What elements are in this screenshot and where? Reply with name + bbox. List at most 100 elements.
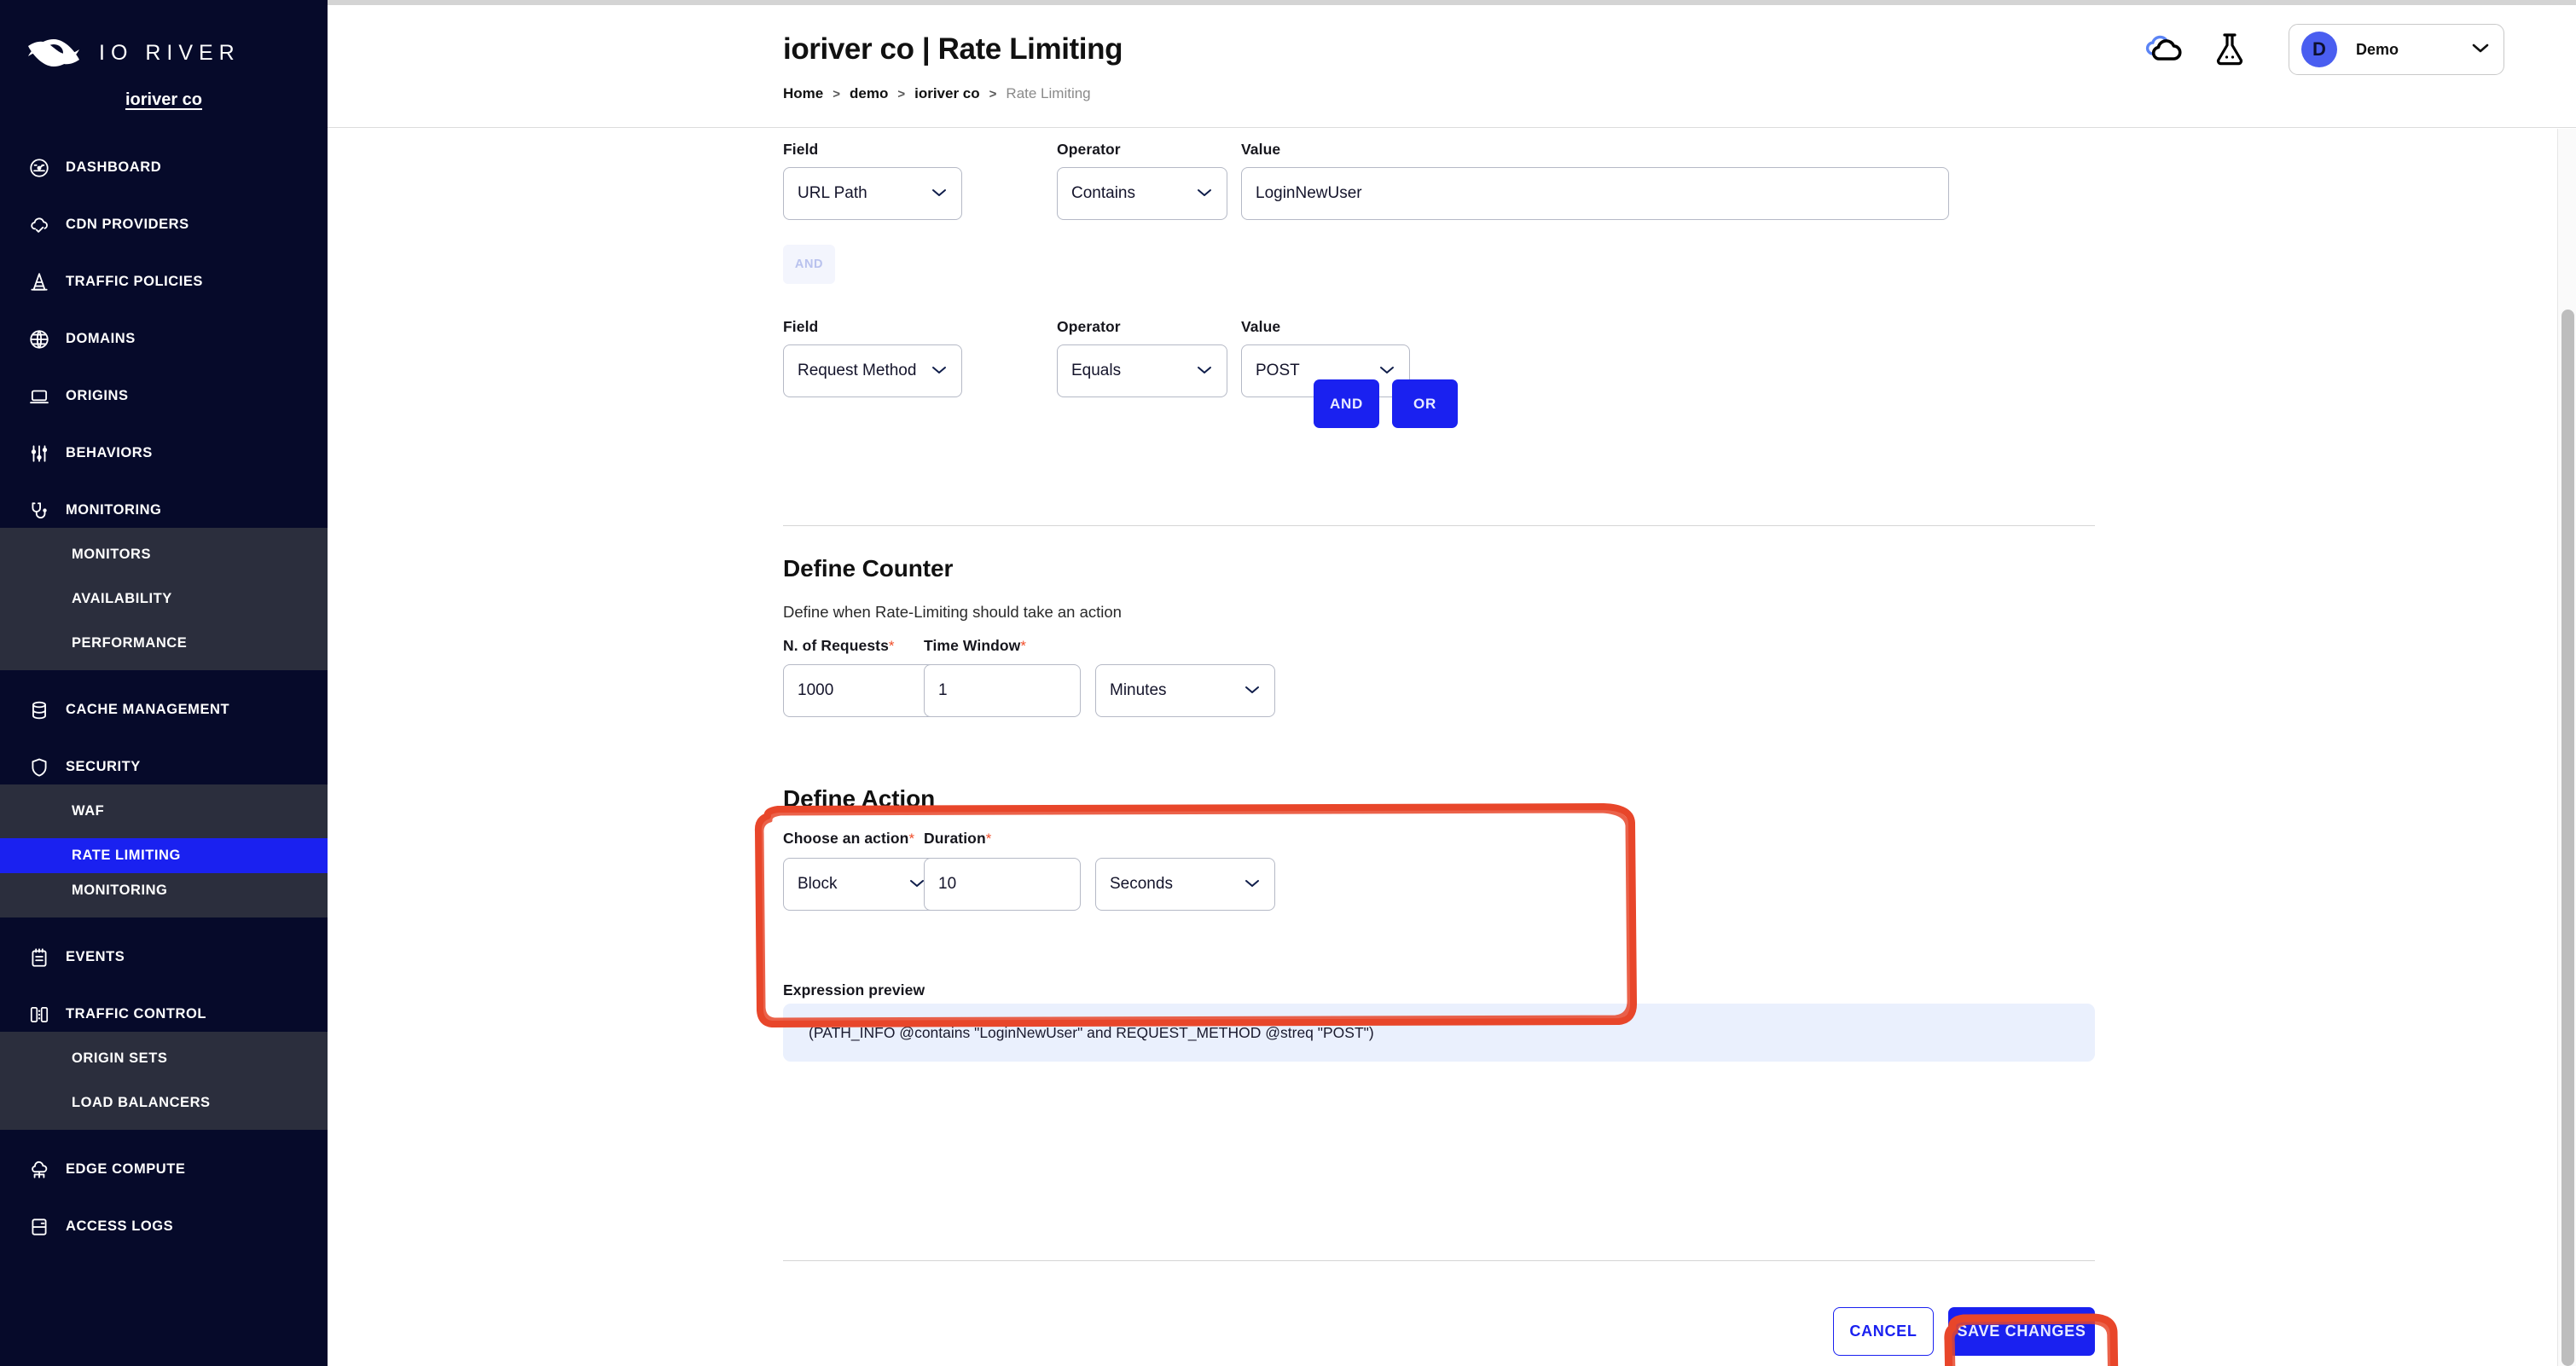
- condition-2-value-label: Value: [1241, 318, 1281, 335]
- condition-1-field-label: Field: [783, 141, 819, 158]
- chevron-down-icon: [1244, 875, 1261, 894]
- sidebar-subitem-security-monitoring[interactable]: MONITORING: [0, 873, 328, 908]
- sidebar-subitem-label: RATE LIMITING: [72, 848, 181, 863]
- chevron-down-icon: [931, 184, 948, 203]
- time-window-label-text: Time Window: [924, 637, 1021, 654]
- chevron-down-icon: [1196, 184, 1213, 203]
- chevron-down-icon: [1196, 362, 1213, 380]
- sidebar-subitem-monitors[interactable]: MONITORS: [0, 537, 328, 572]
- condition-1-operator-value: Contains: [1071, 184, 1135, 202]
- choose-action-value: Block: [798, 875, 838, 893]
- traffic-cone-icon: [28, 271, 50, 293]
- time-window-value: 1: [938, 681, 948, 699]
- flask-icon[interactable]: [2196, 24, 2263, 75]
- sidebar-item-label: EVENTS: [66, 949, 125, 964]
- time-window-label: Time Window*: [924, 637, 1026, 655]
- sidebar-item-origins[interactable]: ORIGINS: [0, 379, 328, 414]
- sidebar-item-traffic-policies[interactable]: TRAFFIC POLICIES: [0, 264, 328, 299]
- breadcrumb-item-home[interactable]: Home: [783, 85, 823, 102]
- breadcrumb-item-ioriver-co[interactable]: ioriver co: [914, 85, 980, 102]
- time-window-unit-select[interactable]: Minutes: [1095, 664, 1275, 717]
- sidebar-subitem-load-balancers[interactable]: LOAD BALANCERS: [0, 1085, 328, 1120]
- choose-action-select[interactable]: Block: [783, 858, 940, 911]
- duration-unit-select[interactable]: Seconds: [1095, 858, 1275, 911]
- requests-input[interactable]: 1000: [783, 664, 940, 717]
- main-scrollbar-thumb[interactable]: [2561, 310, 2574, 1366]
- sidebar-subitem-availability[interactable]: AVAILABILITY: [0, 582, 328, 616]
- sidebar-subitem-rate-limiting[interactable]: RATE LIMITING: [0, 838, 328, 873]
- brand-logo[interactable]: IO RIVER: [26, 36, 241, 70]
- sidebar-item-behaviors[interactable]: BEHAVIORS: [0, 436, 328, 471]
- condition-2-field-select[interactable]: Request Method: [783, 344, 962, 397]
- sidebar-subitem-label: WAF: [72, 803, 105, 819]
- sidebar-item-cdn-providers[interactable]: CDN PROVIDERS: [0, 207, 328, 242]
- condition-1-operator-label: Operator: [1057, 141, 1121, 158]
- time-window-input[interactable]: 1: [924, 664, 1081, 717]
- condition-1-operator-select[interactable]: Contains: [1057, 167, 1227, 220]
- cloud-icon[interactable]: [2130, 24, 2196, 75]
- sidebar-item-domains[interactable]: DOMAINS: [0, 321, 328, 356]
- sidebar-item-security[interactable]: SECURITY: [0, 750, 328, 784]
- sidebar-item-edge-compute[interactable]: EDGE COMPUTE: [0, 1152, 328, 1187]
- define-action-title: Define Action: [783, 785, 936, 812]
- sidebar-item-events[interactable]: EVENTS: [0, 940, 328, 975]
- condition-1-field-select[interactable]: URL Path: [783, 167, 962, 220]
- sidebar-item-cache-management[interactable]: CACHE MANAGEMENT: [0, 692, 328, 727]
- duration-input[interactable]: 10: [924, 858, 1081, 911]
- sidebar-subitem-label: MONITORS: [72, 547, 152, 562]
- sidebar-item-label: TRAFFIC CONTROL: [66, 1006, 206, 1022]
- requests-label: N. of Requests*: [783, 637, 895, 655]
- expression-preview-text: (PATH_INFO @contains "LoginNewUser" and …: [809, 1023, 1374, 1041]
- sidebar-item-access-logs[interactable]: ACCESS LOGS: [0, 1209, 328, 1244]
- section-divider: [783, 525, 2095, 526]
- condition-1-field-value: URL Path: [798, 184, 867, 202]
- sidebar-item-dashboard[interactable]: DASHBOARD: [0, 150, 328, 185]
- breadcrumb: Home > demo > ioriver co > Rate Limiting: [783, 85, 1091, 102]
- user-menu[interactable]: D Demo: [2289, 24, 2504, 75]
- requests-value: 1000: [798, 681, 834, 699]
- chevron-down-icon: [1378, 362, 1395, 380]
- breadcrumb-separator: >: [989, 86, 997, 101]
- breadcrumb-item-demo[interactable]: demo: [850, 85, 888, 102]
- add-and-condition-button[interactable]: AND: [1314, 379, 1379, 428]
- avatar: D: [2301, 32, 2337, 67]
- monitoring-submenu: MONITORS AVAILABILITY PERFORMANCE: [0, 528, 328, 670]
- cloud-check-icon: [28, 214, 50, 236]
- breadcrumb-separator: >: [897, 86, 906, 101]
- sidebar: IO RIVER ioriver co DASHBOARD CDN PROVID…: [0, 0, 328, 1366]
- sidebar-item-monitoring[interactable]: MONITORING: [0, 493, 328, 528]
- sidebar-subitem-waf[interactable]: WAF: [0, 794, 328, 829]
- sidebar-subitem-label: AVAILABILITY: [72, 591, 172, 606]
- page-title: ioriver co | Rate Limiting: [783, 32, 1123, 66]
- condition-1-value-input[interactable]: LoginNewUser: [1241, 167, 1949, 220]
- sidebar-subitem-performance[interactable]: PERFORMANCE: [0, 626, 328, 661]
- condition-2-operator-label: Operator: [1057, 318, 1121, 335]
- condition-2-operator-select[interactable]: Equals: [1057, 344, 1227, 397]
- sidebar-item-label: BEHAVIORS: [66, 445, 153, 460]
- add-or-condition-button[interactable]: OR: [1392, 379, 1458, 428]
- dashboard-icon: [28, 157, 50, 179]
- sidebar-item-traffic-control[interactable]: TRAFFIC CONTROL: [0, 997, 328, 1032]
- requests-label-text: N. of Requests: [783, 637, 889, 654]
- sidebar-item-label: DOMAINS: [66, 331, 136, 346]
- required-marker: *: [888, 638, 895, 654]
- breadcrumb-separator: >: [833, 86, 840, 101]
- save-changes-button[interactable]: SAVE CHANGES: [1948, 1307, 2095, 1356]
- cancel-button[interactable]: CANCEL: [1833, 1307, 1934, 1356]
- main-scrollbar-track[interactable]: [2557, 129, 2576, 1366]
- duration-label: Duration*: [924, 830, 991, 848]
- org-link[interactable]: ioriver co: [0, 90, 328, 110]
- choose-action-label: Choose an action*: [783, 830, 914, 848]
- sidebar-subitem-origin-sets[interactable]: ORIGIN SETS: [0, 1041, 328, 1076]
